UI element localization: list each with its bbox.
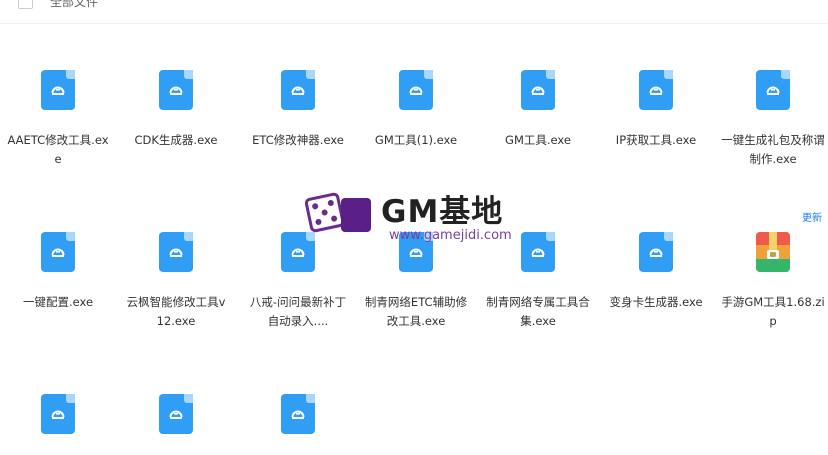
file-name: 制青网络专属工具合集.exe [486, 295, 590, 328]
exe-file-icon [521, 70, 555, 110]
exe-file-icon [281, 70, 315, 110]
file-item[interactable]: 制青网络ETC辅助修改工具.exe [358, 232, 474, 331]
file-name: ETC修改神器.exe [252, 133, 344, 147]
file-name: 制青网络ETC辅助修改工具.exe [364, 295, 468, 328]
file-item[interactable]: ETC修改神器.exe [240, 70, 356, 150]
file-item[interactable]: 一键配置.exe [0, 232, 116, 312]
file-grid: AAETC修改工具.exe CDK生成器.exe ETC修改神器.exe GM工具(1… [0, 0, 828, 434]
file-name: 八戒-问问最新补丁自动录入.... [249, 295, 347, 328]
exe-file-icon [521, 232, 555, 272]
file-name: IP获取工具.exe [615, 133, 697, 147]
file-name: AAETC修改工具.exe [7, 133, 109, 166]
exe-file-icon [41, 232, 75, 272]
file-item[interactable]: GM工具(1).exe [358, 70, 474, 150]
file-name: CDK生成器.exe [134, 133, 218, 147]
exe-file-icon [639, 70, 673, 110]
file-item[interactable]: CDK生成器.exe [118, 70, 234, 150]
exe-file-icon [281, 394, 315, 434]
file-name: GM工具.exe [505, 133, 571, 147]
file-name: 变身卡生成器.exe [609, 295, 703, 309]
exe-file-icon [41, 394, 75, 434]
file-item[interactable] [118, 394, 234, 455]
exe-file-icon [159, 70, 193, 110]
file-item[interactable]: 云枫智能修改工具v12.exe [118, 232, 234, 331]
zip-file-icon [756, 232, 790, 272]
file-item[interactable]: GM工具.exe [480, 70, 596, 150]
file-item[interactable]: 一键生成礼包及称谓制作.exe [715, 70, 828, 169]
exe-file-icon [41, 70, 75, 110]
file-item[interactable]: 制青网络专属工具合集.exe [480, 232, 596, 331]
file-item[interactable]: IP获取工具.exe [598, 70, 714, 150]
update-tag[interactable]: 更新 [802, 209, 822, 224]
file-item[interactable] [240, 394, 356, 455]
file-name: 云枫智能修改工具v12.exe [126, 295, 226, 328]
file-item[interactable]: 手游GM工具1.68.zip [715, 232, 828, 331]
file-name: 一键生成礼包及称谓制作.exe [721, 133, 825, 166]
exe-file-icon [159, 394, 193, 434]
file-name: 一键配置.exe [22, 295, 94, 309]
exe-file-icon [399, 232, 433, 272]
exe-file-icon [159, 232, 193, 272]
exe-file-icon [756, 70, 790, 110]
file-item[interactable]: 变身卡生成器.exe [598, 232, 714, 312]
file-item[interactable] [0, 394, 116, 455]
exe-file-icon [639, 232, 673, 272]
file-item[interactable]: AAETC修改工具.exe [0, 70, 116, 169]
file-name: GM工具(1).exe [374, 133, 458, 147]
exe-file-icon [399, 70, 433, 110]
exe-file-icon [281, 232, 315, 272]
file-item[interactable]: 八戒-问问最新补丁自动录入.... [240, 232, 356, 331]
file-name: 手游GM工具1.68.zip [721, 295, 825, 328]
